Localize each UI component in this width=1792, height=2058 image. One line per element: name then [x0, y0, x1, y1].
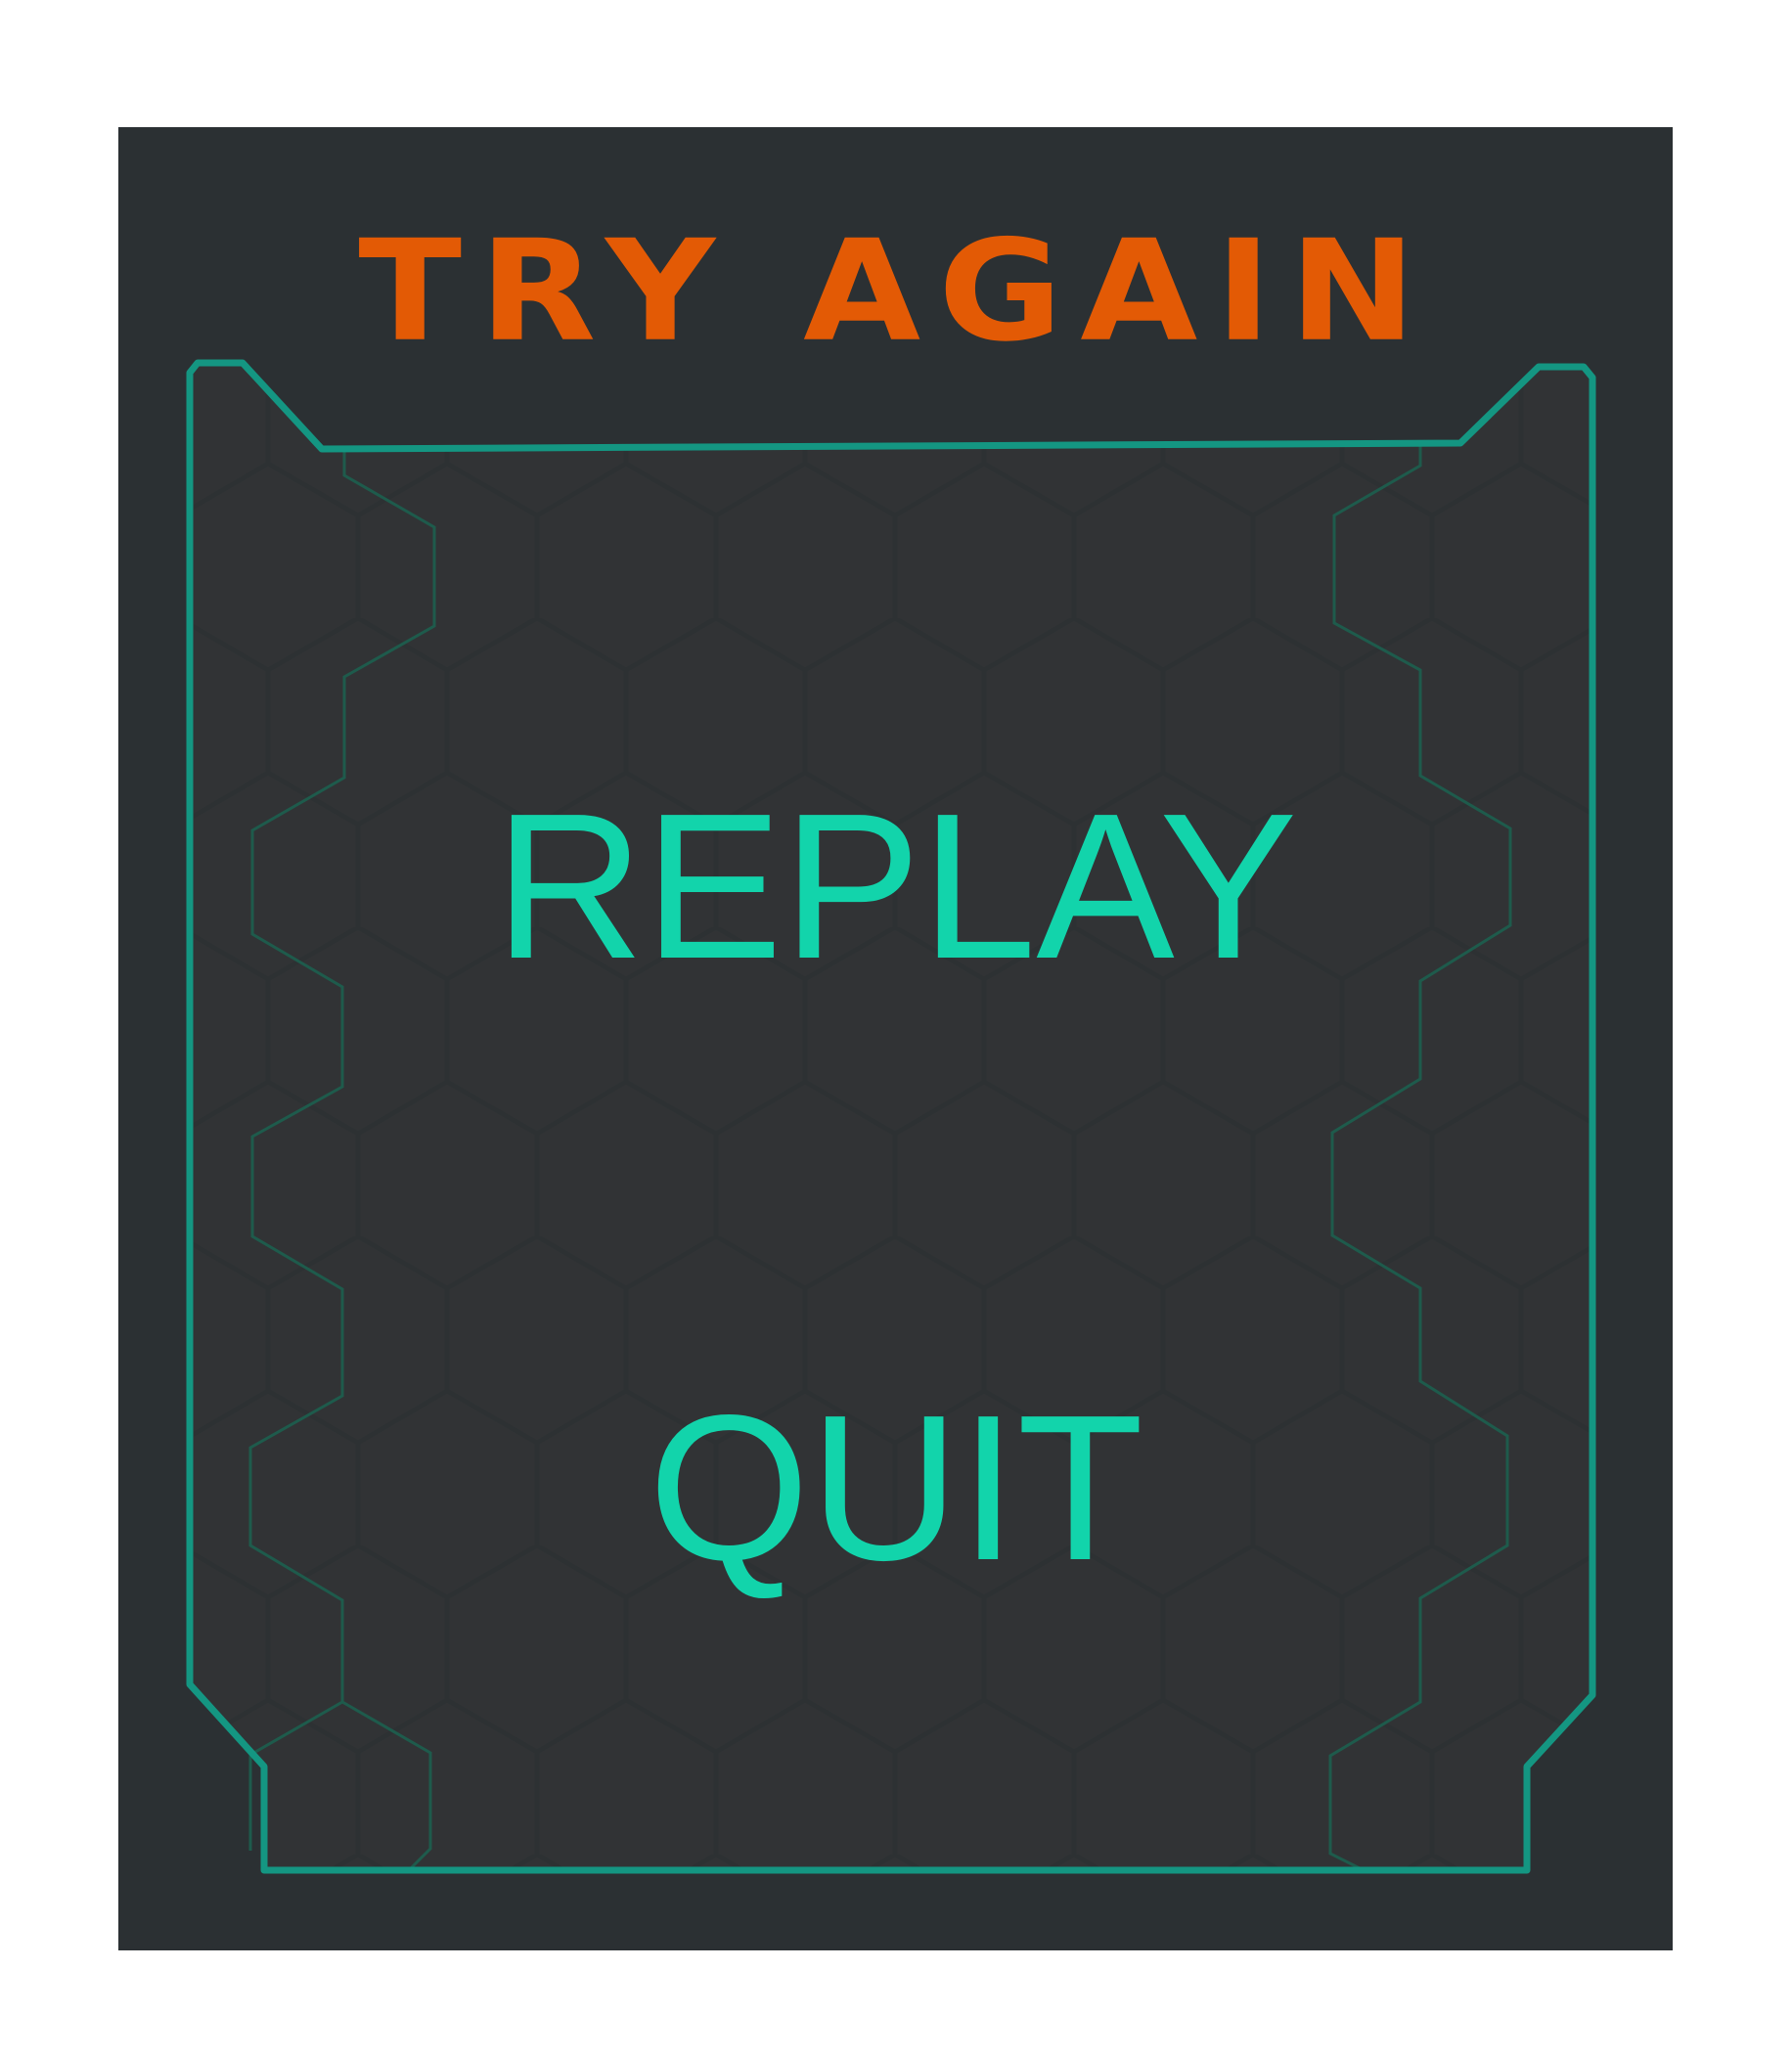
replay-button[interactable]: REPLAY: [0, 783, 1792, 990]
quit-button[interactable]: QUIT: [0, 1384, 1792, 1591]
try-again-title: TRY AGAIN: [358, 209, 1434, 373]
game-over-dialog: [118, 127, 1673, 1950]
